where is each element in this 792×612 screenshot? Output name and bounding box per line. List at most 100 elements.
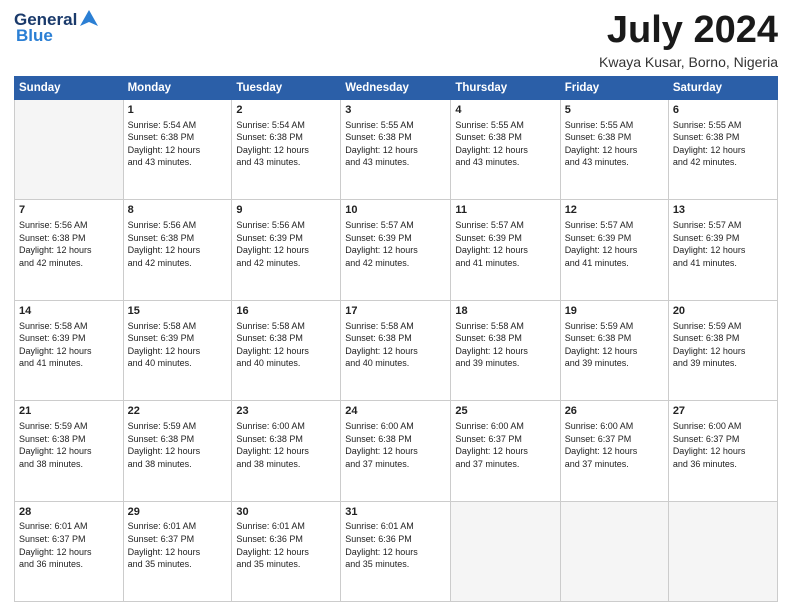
day-info: Sunrise: 5:57 AM Sunset: 6:39 PM Dayligh… <box>673 219 773 269</box>
day-info: Sunrise: 6:01 AM Sunset: 6:37 PM Dayligh… <box>19 520 119 570</box>
calendar-cell <box>15 99 124 199</box>
day-info: Sunrise: 6:01 AM Sunset: 6:37 PM Dayligh… <box>128 520 228 570</box>
day-number: 18 <box>455 304 555 319</box>
day-number: 6 <box>673 103 773 118</box>
day-number: 9 <box>236 203 336 218</box>
day-number: 26 <box>565 404 664 419</box>
day-info: Sunrise: 6:00 AM Sunset: 6:38 PM Dayligh… <box>236 420 336 470</box>
day-info: Sunrise: 5:58 AM Sunset: 6:38 PM Dayligh… <box>455 320 555 370</box>
calendar-cell: 4Sunrise: 5:55 AM Sunset: 6:38 PM Daylig… <box>451 99 560 199</box>
calendar-cell: 23Sunrise: 6:00 AM Sunset: 6:38 PM Dayli… <box>232 401 341 501</box>
calendar-week-2: 7Sunrise: 5:56 AM Sunset: 6:38 PM Daylig… <box>15 200 778 300</box>
day-number: 21 <box>19 404 119 419</box>
day-info: Sunrise: 6:00 AM Sunset: 6:37 PM Dayligh… <box>565 420 664 470</box>
day-number: 22 <box>128 404 228 419</box>
calendar-cell: 14Sunrise: 5:58 AM Sunset: 6:39 PM Dayli… <box>15 300 124 400</box>
day-number: 12 <box>565 203 664 218</box>
calendar-week-1: 1Sunrise: 5:54 AM Sunset: 6:38 PM Daylig… <box>15 99 778 199</box>
day-number: 4 <box>455 103 555 118</box>
col-friday: Friday <box>560 76 668 99</box>
day-info: Sunrise: 5:56 AM Sunset: 6:38 PM Dayligh… <box>128 219 228 269</box>
day-info: Sunrise: 6:01 AM Sunset: 6:36 PM Dayligh… <box>236 520 336 570</box>
calendar-cell: 12Sunrise: 5:57 AM Sunset: 6:39 PM Dayli… <box>560 200 668 300</box>
day-number: 15 <box>128 304 228 319</box>
calendar-cell: 21Sunrise: 5:59 AM Sunset: 6:38 PM Dayli… <box>15 401 124 501</box>
calendar-cell: 18Sunrise: 5:58 AM Sunset: 6:38 PM Dayli… <box>451 300 560 400</box>
logo-blue: Blue <box>16 26 53 46</box>
calendar-cell <box>668 501 777 601</box>
calendar-week-5: 28Sunrise: 6:01 AM Sunset: 6:37 PM Dayli… <box>15 501 778 601</box>
day-number: 23 <box>236 404 336 419</box>
calendar-cell: 19Sunrise: 5:59 AM Sunset: 6:38 PM Dayli… <box>560 300 668 400</box>
day-number: 1 <box>128 103 228 118</box>
day-number: 30 <box>236 505 336 520</box>
day-number: 19 <box>565 304 664 319</box>
calendar-cell: 26Sunrise: 6:00 AM Sunset: 6:37 PM Dayli… <box>560 401 668 501</box>
calendar-cell: 3Sunrise: 5:55 AM Sunset: 6:38 PM Daylig… <box>341 99 451 199</box>
day-number: 11 <box>455 203 555 218</box>
day-info: Sunrise: 5:58 AM Sunset: 6:39 PM Dayligh… <box>19 320 119 370</box>
day-info: Sunrise: 5:58 AM Sunset: 6:39 PM Dayligh… <box>128 320 228 370</box>
day-number: 8 <box>128 203 228 218</box>
col-wednesday: Wednesday <box>341 76 451 99</box>
col-sunday: Sunday <box>15 76 124 99</box>
calendar-cell: 20Sunrise: 5:59 AM Sunset: 6:38 PM Dayli… <box>668 300 777 400</box>
day-number: 16 <box>236 304 336 319</box>
day-info: Sunrise: 5:58 AM Sunset: 6:38 PM Dayligh… <box>345 320 446 370</box>
calendar-cell: 29Sunrise: 6:01 AM Sunset: 6:37 PM Dayli… <box>123 501 232 601</box>
day-info: Sunrise: 5:59 AM Sunset: 6:38 PM Dayligh… <box>128 420 228 470</box>
day-number: 10 <box>345 203 446 218</box>
day-number: 27 <box>673 404 773 419</box>
calendar-cell: 25Sunrise: 6:00 AM Sunset: 6:37 PM Dayli… <box>451 401 560 501</box>
calendar-cell: 13Sunrise: 5:57 AM Sunset: 6:39 PM Dayli… <box>668 200 777 300</box>
calendar-cell: 9Sunrise: 5:56 AM Sunset: 6:39 PM Daylig… <box>232 200 341 300</box>
calendar-cell: 17Sunrise: 5:58 AM Sunset: 6:38 PM Dayli… <box>341 300 451 400</box>
calendar-cell: 8Sunrise: 5:56 AM Sunset: 6:38 PM Daylig… <box>123 200 232 300</box>
day-info: Sunrise: 5:55 AM Sunset: 6:38 PM Dayligh… <box>565 119 664 169</box>
calendar-cell <box>451 501 560 601</box>
calendar-cell: 7Sunrise: 5:56 AM Sunset: 6:38 PM Daylig… <box>15 200 124 300</box>
day-number: 25 <box>455 404 555 419</box>
day-number: 2 <box>236 103 336 118</box>
day-info: Sunrise: 5:59 AM Sunset: 6:38 PM Dayligh… <box>673 320 773 370</box>
day-info: Sunrise: 5:58 AM Sunset: 6:38 PM Dayligh… <box>236 320 336 370</box>
calendar-cell: 5Sunrise: 5:55 AM Sunset: 6:38 PM Daylig… <box>560 99 668 199</box>
day-number: 14 <box>19 304 119 319</box>
location: Kwaya Kusar, Borno, Nigeria <box>599 54 778 70</box>
calendar-body: 1Sunrise: 5:54 AM Sunset: 6:38 PM Daylig… <box>15 99 778 601</box>
calendar-cell: 22Sunrise: 5:59 AM Sunset: 6:38 PM Dayli… <box>123 401 232 501</box>
day-number: 28 <box>19 505 119 520</box>
month-year: July 2024 <box>599 10 778 52</box>
calendar: Sunday Monday Tuesday Wednesday Thursday… <box>14 76 778 602</box>
col-thursday: Thursday <box>451 76 560 99</box>
day-info: Sunrise: 5:57 AM Sunset: 6:39 PM Dayligh… <box>455 219 555 269</box>
title-block: July 2024 Kwaya Kusar, Borno, Nigeria <box>599 10 778 70</box>
page: General Blue July 2024 Kwaya Kusar, Born… <box>0 0 792 612</box>
col-tuesday: Tuesday <box>232 76 341 99</box>
col-monday: Monday <box>123 76 232 99</box>
day-info: Sunrise: 5:55 AM Sunset: 6:38 PM Dayligh… <box>673 119 773 169</box>
col-saturday: Saturday <box>668 76 777 99</box>
day-number: 29 <box>128 505 228 520</box>
calendar-cell: 28Sunrise: 6:01 AM Sunset: 6:37 PM Dayli… <box>15 501 124 601</box>
day-info: Sunrise: 5:56 AM Sunset: 6:38 PM Dayligh… <box>19 219 119 269</box>
calendar-cell: 27Sunrise: 6:00 AM Sunset: 6:37 PM Dayli… <box>668 401 777 501</box>
logo-icon <box>78 8 100 30</box>
day-info: Sunrise: 5:59 AM Sunset: 6:38 PM Dayligh… <box>565 320 664 370</box>
header: General Blue July 2024 Kwaya Kusar, Born… <box>14 10 778 70</box>
calendar-cell: 1Sunrise: 5:54 AM Sunset: 6:38 PM Daylig… <box>123 99 232 199</box>
calendar-week-3: 14Sunrise: 5:58 AM Sunset: 6:39 PM Dayli… <box>15 300 778 400</box>
day-info: Sunrise: 5:56 AM Sunset: 6:39 PM Dayligh… <box>236 219 336 269</box>
day-number: 24 <box>345 404 446 419</box>
calendar-cell: 31Sunrise: 6:01 AM Sunset: 6:36 PM Dayli… <box>341 501 451 601</box>
calendar-cell: 10Sunrise: 5:57 AM Sunset: 6:39 PM Dayli… <box>341 200 451 300</box>
calendar-cell <box>560 501 668 601</box>
day-number: 31 <box>345 505 446 520</box>
calendar-cell: 24Sunrise: 6:00 AM Sunset: 6:38 PM Dayli… <box>341 401 451 501</box>
day-info: Sunrise: 6:00 AM Sunset: 6:38 PM Dayligh… <box>345 420 446 470</box>
day-number: 5 <box>565 103 664 118</box>
day-info: Sunrise: 5:59 AM Sunset: 6:38 PM Dayligh… <box>19 420 119 470</box>
calendar-cell: 2Sunrise: 5:54 AM Sunset: 6:38 PM Daylig… <box>232 99 341 199</box>
calendar-cell: 16Sunrise: 5:58 AM Sunset: 6:38 PM Dayli… <box>232 300 341 400</box>
day-number: 17 <box>345 304 446 319</box>
